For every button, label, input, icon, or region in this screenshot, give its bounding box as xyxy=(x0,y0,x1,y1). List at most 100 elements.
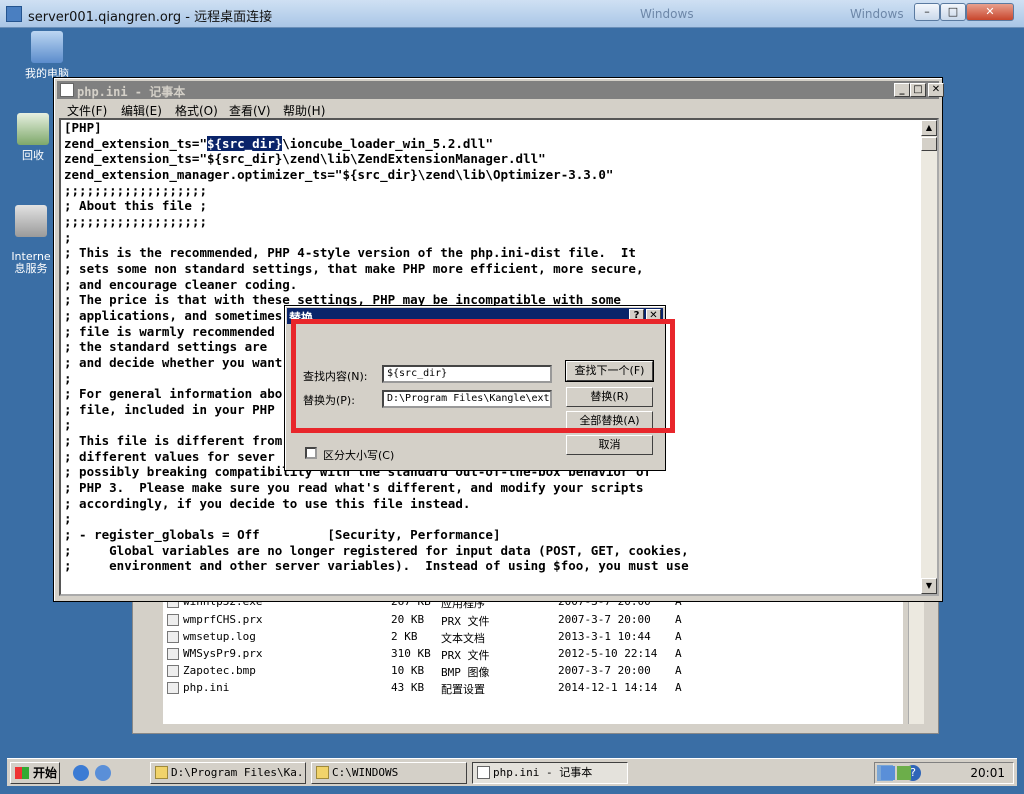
desktop-icon-label: Interne 息服务 xyxy=(11,250,51,275)
file-row[interactable]: wmprfCHS.prx 20 KB PRX 文件 2007-3-7 20:00… xyxy=(163,612,903,629)
file-row[interactable]: Zapotec.bmp 10 KB BMP 图像 2007-3-7 20:00 … xyxy=(163,663,903,680)
file-icon xyxy=(167,665,179,677)
file-icon xyxy=(167,631,179,643)
start-button[interactable]: 开始 xyxy=(10,762,60,784)
text-line: ; Global variables are no longer registe… xyxy=(64,542,689,558)
file-date: 2007-3-7 20:00 xyxy=(558,664,651,677)
file-attr: A xyxy=(675,613,682,626)
desktop-icon-label: 回收 xyxy=(22,149,44,162)
text-line: ; xyxy=(64,417,72,433)
taskbar-button-label: C:\WINDOWS xyxy=(332,766,399,779)
taskbar: 开始 D:\Program Files\Ka... C:\WINDOWS php… xyxy=(7,758,1017,786)
rdp-maximize-button[interactable]: □ xyxy=(940,3,966,21)
menu-help[interactable]: 帮助(H) xyxy=(283,102,325,119)
taskbar-button-notepad[interactable]: php.ini - 记事本 xyxy=(472,762,628,784)
explorer-window[interactable]: winhlp32.exe 267 KB 应用程序 2007-3-7 20:00 … xyxy=(132,589,939,734)
clock: 20:01 xyxy=(970,766,1005,780)
folder-icon xyxy=(316,766,329,779)
scroll-up-button[interactable]: ▲ xyxy=(921,120,937,136)
text-line: ; xyxy=(64,229,72,245)
menu-view[interactable]: 查看(V) xyxy=(229,102,271,119)
match-case-checkbox[interactable] xyxy=(305,447,317,459)
folder-icon xyxy=(155,766,168,779)
desktop-icon-my-computer[interactable]: 我的电脑 xyxy=(17,31,77,81)
file-size: 43 KB xyxy=(391,681,425,694)
text-line: zend_extension_manager.optimizer_ts="${s… xyxy=(64,166,614,182)
file-name: wmsetup.log xyxy=(183,630,256,643)
cancel-button[interactable]: 取消 xyxy=(566,435,653,455)
file-row[interactable]: php.ini 43 KB 配置设置 2014-12-1 14:14 A xyxy=(163,680,903,697)
taskbar-button-explorer-program-files[interactable]: D:\Program Files\Ka... xyxy=(150,762,306,784)
text-line: zend_extension_ts="${src_dir}\zend\lib\Z… xyxy=(64,151,546,167)
file-icon xyxy=(167,682,179,694)
text-line: ; About this file ; xyxy=(64,198,207,214)
background-window-ghost: Windows xyxy=(850,7,904,21)
text-line: ; xyxy=(64,511,72,527)
notepad-maximize-button[interactable]: □ xyxy=(910,83,926,97)
system-tray: 20:01 xyxy=(874,762,1014,784)
outlook-quicklaunch-icon[interactable] xyxy=(95,765,111,781)
text-line: ; environment and other server variables… xyxy=(64,558,689,574)
rdp-app-icon xyxy=(6,6,22,22)
scroll-thumb[interactable] xyxy=(921,137,937,151)
selected-text: ${src_dir} xyxy=(207,135,283,151)
desktop-icon-recycle-bin[interactable]: 回收 xyxy=(13,113,53,163)
text-line: ; xyxy=(64,370,72,386)
match-case-label: 区分大小写(C) xyxy=(323,449,395,462)
text-line: ; and decide whether you want xyxy=(64,354,283,370)
rdp-close-button[interactable]: ✕ xyxy=(966,3,1014,21)
background-window-ghost: Windows xyxy=(640,7,694,21)
file-attr: A xyxy=(675,630,682,643)
file-date: 2012-5-10 22:14 xyxy=(558,647,658,660)
highlight-annotation-box xyxy=(291,319,675,433)
notepad-title: php.ini - 记事本 xyxy=(77,85,186,99)
taskbar-button-explorer-windows[interactable]: C:\WINDOWS xyxy=(311,762,467,784)
taskbar-button-label: D:\Program Files\Ka... xyxy=(171,766,306,779)
menu-edit[interactable]: 编辑(E) xyxy=(121,102,162,119)
file-attr: A xyxy=(675,647,682,660)
security-icon[interactable] xyxy=(897,766,911,780)
text-line: ; accordingly, if you decide to use this… xyxy=(64,495,471,511)
file-size: 10 KB xyxy=(391,664,425,677)
notepad-title-bar[interactable]: php.ini - 记事本 _ □ ✕ xyxy=(57,81,944,99)
text-line: \ioncube_loader_win_5.2.dll" xyxy=(282,135,493,151)
file-attr: A xyxy=(675,664,682,677)
text-line: ; This is the recommended, PHP 4-style v… xyxy=(64,245,636,261)
text-line: ; - register_globals = Off [Security, Pe… xyxy=(64,527,501,543)
connection-icon[interactable] xyxy=(881,766,895,780)
file-date: 2013-3-1 10:44 xyxy=(558,630,651,643)
file-list[interactable]: winhlp32.exe 267 KB 应用程序 2007-3-7 20:00 … xyxy=(163,594,903,724)
text-line: zend_extension_ts=" xyxy=(64,135,207,151)
menu-file[interactable]: 文件(F) xyxy=(67,102,107,119)
file-row[interactable]: WMSysPr9.prx 310 KB PRX 文件 2012-5-10 22:… xyxy=(163,646,903,663)
file-type: 配置设置 xyxy=(441,683,485,696)
file-date: 2014-12-1 14:14 xyxy=(558,681,658,694)
text-line: ; and encourage cleaner coding. xyxy=(64,276,298,292)
file-name: wmprfCHS.prx xyxy=(183,613,263,626)
file-name: php.ini xyxy=(183,681,230,694)
remote-desktop: 我的电脑 回收 Interne 息服务 winhlp32.exe 267 KB … xyxy=(7,29,1017,758)
file-size: 310 KB xyxy=(391,647,431,660)
text-line: ; sets some non standard settings, that … xyxy=(64,260,644,276)
notepad-close-button[interactable]: ✕ xyxy=(928,83,944,97)
file-attr: A xyxy=(675,681,682,694)
iis-icon xyxy=(15,205,47,237)
ie-quicklaunch-icon[interactable] xyxy=(73,765,89,781)
file-icon xyxy=(167,648,179,660)
notepad-vertical-scrollbar[interactable]: ▲ ▼ xyxy=(921,120,937,594)
file-icon xyxy=(167,614,179,626)
text-line: ;;;;;;;;;;;;;;;;;;; xyxy=(64,213,207,229)
text-line: [PHP] xyxy=(64,120,102,135)
file-type: BMP 图像 xyxy=(441,666,490,679)
rdp-minimize-button[interactable]: – xyxy=(914,3,940,21)
scroll-down-button[interactable]: ▼ xyxy=(921,578,937,594)
file-date: 2007-3-7 20:00 xyxy=(558,613,651,626)
desktop-icon-iis[interactable]: Interne 息服务 xyxy=(9,193,53,287)
explorer-scrollbar[interactable] xyxy=(908,594,924,724)
menu-format[interactable]: 格式(O) xyxy=(175,102,218,119)
text-line: ; applications, and sometimes xyxy=(64,307,283,323)
notepad-minimize-button[interactable]: _ xyxy=(894,83,910,97)
file-row[interactable]: wmsetup.log 2 KB 文本文档 2013-3-1 10:44 A xyxy=(163,629,903,646)
text-line: ; file is warmly recommended xyxy=(64,323,275,339)
start-label: 开始 xyxy=(33,766,58,780)
